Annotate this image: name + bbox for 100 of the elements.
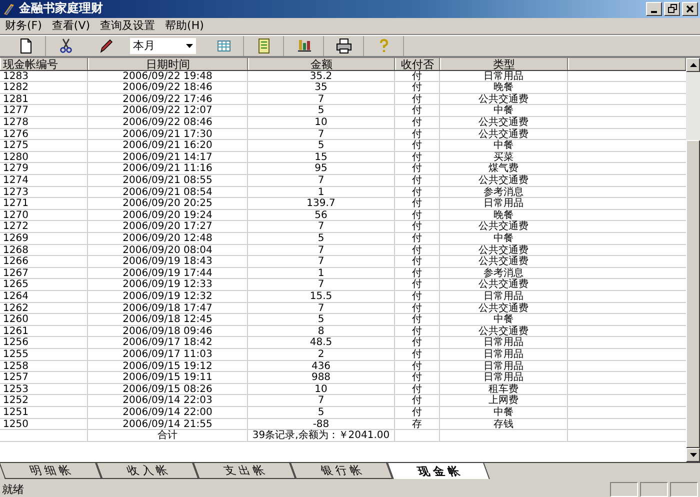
table-cell: 付	[395, 372, 440, 383]
table-cell: 1275	[0, 140, 88, 151]
table-cell: 日常用品	[440, 70, 568, 82]
app-icon	[2, 2, 16, 16]
table-cell: 8	[248, 326, 395, 336]
column-header[interactable]: 现金帐编号	[0, 58, 88, 70]
pencil-icon	[98, 38, 114, 54]
scroll-up-button[interactable]	[686, 58, 700, 72]
column-header[interactable]: 金额	[248, 58, 395, 70]
table-cell: 2006/09/19 18:43	[88, 256, 248, 267]
table-cell: 1274	[0, 175, 88, 186]
status-text: 就绪	[2, 482, 25, 497]
printer-icon	[336, 38, 352, 54]
column-header[interactable]: 日期时间	[88, 58, 248, 70]
minimize-button[interactable]	[646, 2, 662, 16]
table-cell: 7	[248, 395, 395, 406]
close-button[interactable]	[682, 2, 698, 16]
table-cell: 付	[395, 233, 440, 244]
table-cell: 1265	[0, 279, 88, 290]
table-cell: 139.7	[248, 198, 395, 209]
table-cell: 付	[395, 360, 440, 372]
table-cell: 1270	[0, 210, 88, 220]
table-cell: 付	[395, 128, 440, 140]
status-panel	[610, 482, 638, 497]
column-header[interactable]: 收付否	[395, 58, 440, 70]
table-cell: 7	[248, 302, 395, 314]
restore-button[interactable]	[664, 2, 680, 16]
table-cell: 中餐	[440, 233, 568, 244]
table-cell: 买菜	[440, 152, 568, 162]
table-cell: 1278	[0, 117, 88, 128]
table-cell: 7	[248, 221, 395, 232]
vertical-scrollbar[interactable]	[686, 58, 700, 462]
table-cell: 付	[395, 186, 440, 198]
table-cell: 付	[395, 406, 440, 418]
menu-item[interactable]: 查询及设置	[97, 18, 162, 34]
table-cell: 付	[395, 326, 440, 336]
tab[interactable]: 明 细 帐	[0, 463, 102, 480]
table-cell: 付	[395, 210, 440, 220]
table-cell: 2006/09/18 17:47	[88, 302, 248, 314]
scroll-down-button[interactable]	[686, 448, 700, 462]
table-cell: 10	[248, 384, 395, 394]
table-cell: 2006/09/20 19:24	[88, 210, 248, 220]
column-header[interactable]: 类型	[440, 58, 568, 70]
table-cell: 2006/09/14 22:00	[88, 406, 248, 418]
tab[interactable]: 银 行 帐	[290, 463, 393, 480]
table-cell: 付	[395, 268, 440, 278]
up-arrow-icon	[690, 62, 696, 67]
table-cell: 2006/09/15 19:12	[88, 360, 248, 372]
table-cell: 中餐	[440, 105, 568, 116]
table-cell: 中餐	[440, 140, 568, 151]
table-cell: 1282	[0, 82, 88, 93]
menu-item[interactable]: 帮助(H)	[162, 18, 211, 34]
menu-item[interactable]: 财务(F)	[2, 18, 49, 34]
table-cell: 2006/09/20 12:48	[88, 233, 248, 244]
table-cell: 2006/09/21 08:54	[88, 186, 248, 198]
table-cell: 付	[395, 256, 440, 267]
table-cell: 1283	[0, 70, 88, 82]
table-cell: 付	[395, 395, 440, 406]
table-cell: 公共交通费	[440, 128, 568, 140]
table-cell: 2006/09/19 17:44	[88, 268, 248, 278]
table-cell: 2006/09/17 11:03	[88, 348, 248, 360]
table-cell: 1277	[0, 105, 88, 116]
table-cell: 1257	[0, 372, 88, 383]
table-cell: 付	[395, 140, 440, 151]
period-dropdown[interactable]: 本月	[130, 38, 196, 54]
table-cell: 付	[395, 198, 440, 209]
status-panel	[670, 482, 698, 497]
table-cell: 5	[248, 140, 395, 151]
table-cell: 租车费	[440, 384, 568, 394]
table-cell: 付	[395, 175, 440, 186]
tab[interactable]: 收 入 帐	[96, 463, 199, 480]
table-cell: 1261	[0, 326, 88, 336]
close-icon	[686, 4, 694, 13]
table-cell: 2006/09/22 17:46	[88, 94, 248, 104]
table-cell: 1258	[0, 360, 88, 372]
table-cell: 2006/09/21 11:16	[88, 163, 248, 174]
table-cell: 付	[395, 221, 440, 232]
table-cell: 1252	[0, 395, 88, 406]
table-cell: 付	[395, 82, 440, 93]
table-cell: 2006/09/21 16:20	[88, 140, 248, 151]
table-cell: 付	[395, 279, 440, 290]
table-cell: 2006/09/14 21:55	[88, 418, 248, 430]
table-cell: 1251	[0, 406, 88, 418]
table-cell: 付	[395, 70, 440, 82]
table-cell: 付	[395, 290, 440, 302]
tab[interactable]: 支 出 帐	[193, 463, 296, 480]
table-cell: 付	[395, 337, 440, 348]
tab[interactable]: 现 金 帐	[387, 463, 490, 480]
table-cell: 付	[395, 94, 440, 104]
menu-item[interactable]: 查看(V)	[48, 18, 98, 34]
table-cell: 2006/09/20 20:25	[88, 198, 248, 209]
table-cell: 2006/09/15 08:26	[88, 384, 248, 394]
table-cell: 1272	[0, 221, 88, 232]
table-cell: 中餐	[440, 314, 568, 325]
table-cell: 付	[395, 105, 440, 116]
table-cell: 35.2	[248, 70, 395, 82]
scroll-thumb[interactable]	[686, 140, 700, 448]
table-cell: 1279	[0, 163, 88, 174]
table-cell: 付	[395, 117, 440, 128]
table-cell: 付	[395, 152, 440, 162]
